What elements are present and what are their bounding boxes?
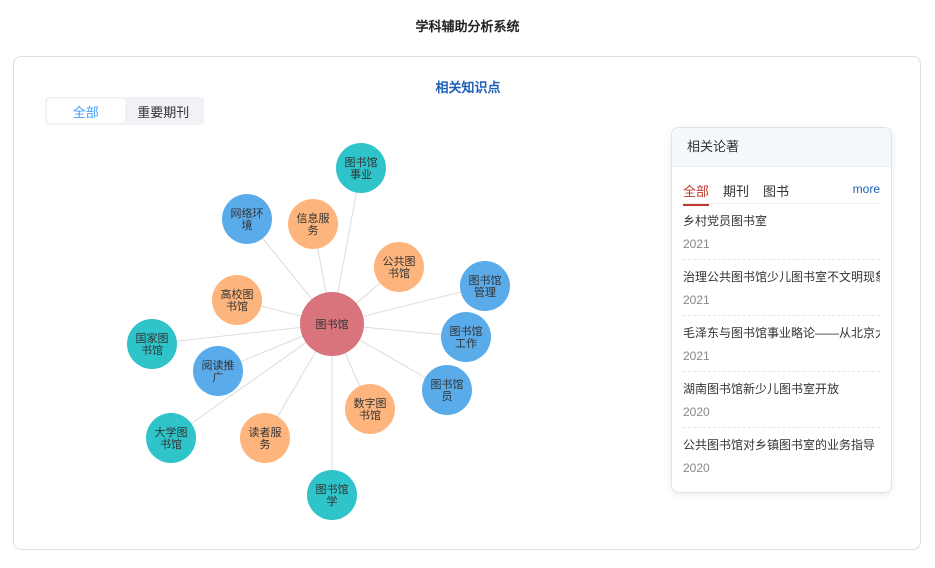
paper-year: 2020	[683, 461, 710, 475]
graph-node[interactable]: 图书馆员	[422, 365, 472, 415]
node-label: 数字图	[354, 396, 387, 410]
node-label: 书馆	[359, 408, 381, 422]
paper-title[interactable]: 乡村党员图书室	[683, 212, 880, 229]
node-label: 员	[442, 390, 453, 403]
node-label: 务	[260, 438, 271, 451]
paper-tab-journals[interactable]: 期刊	[723, 181, 749, 204]
knowledge-panel: 相关知识点 全部 重要期刊 图书馆 事业 网络环境信息服务公共图 书馆 图书馆 管理 高校图…	[13, 56, 921, 550]
paper-item[interactable]: 乡村党员图书室 2021	[683, 204, 880, 260]
paper-year: 2021	[683, 349, 710, 363]
node-label: 图书馆	[316, 317, 349, 331]
node-label: 阅读推	[202, 358, 235, 372]
graph-node[interactable]: 阅读推广	[193, 346, 243, 396]
node-label: 书馆	[160, 437, 182, 451]
related-papers-panel: 相关论著 全部 期刊 图书 more 乡村党员图书室 2021 治理公共图书馆少…	[671, 127, 892, 493]
node-label: 图书馆	[450, 324, 483, 338]
paper-item[interactable]: 湖南图书馆新少儿图书室开放 2020	[683, 372, 880, 428]
graph-center-node[interactable]: 图书馆	[300, 292, 364, 356]
graph-node[interactable]: 读者服务	[240, 413, 290, 463]
graph-node[interactable]: 信息服务	[288, 199, 338, 249]
node-label: 书馆	[388, 266, 410, 280]
graph-node[interactable]: 公共图书馆	[374, 242, 424, 292]
paper-title[interactable]: 毛泽东与图书馆事业略论——从北京大学	[683, 324, 880, 341]
more-link[interactable]: more	[853, 182, 880, 196]
node-label: 网络环	[231, 206, 264, 220]
node-label: 图书馆	[316, 482, 349, 496]
paper-tab-all[interactable]: 全部	[683, 181, 710, 206]
graph-node[interactable]: 网络环境	[222, 194, 272, 244]
paper-year: 2021	[683, 237, 710, 251]
node-label: 书馆	[226, 299, 248, 313]
node-label: 工作	[455, 337, 477, 350]
knowledge-graph-canvas: 图书馆事业网络环境信息服务公共图书馆图书馆管理高校图书馆图书馆工作国家图书馆阅读…	[127, 143, 510, 520]
node-label: 大学图	[155, 425, 188, 439]
node-label: 学	[327, 494, 338, 508]
node-label: 图书馆	[345, 155, 378, 169]
graph-node[interactable]: 图书馆工作	[441, 312, 491, 362]
node-label: 高校图	[221, 287, 254, 301]
node-label: 国家图	[136, 331, 169, 345]
node-label: 信息服	[297, 211, 330, 225]
node-label: 务	[308, 224, 319, 237]
graph-node[interactable]: 数字图书馆	[345, 384, 395, 434]
node-label: 书馆	[141, 343, 163, 357]
graph-node[interactable]: 国家图书馆	[127, 319, 177, 369]
paper-item[interactable]: 治理公共图书馆少儿图书室不文明现象 2021	[683, 260, 880, 316]
paper-item[interactable]: 公共图书馆对乡镇图书室的业务指导 2020	[683, 428, 880, 484]
paper-year: 2021	[683, 293, 710, 307]
graph-node[interactable]: 图书馆学	[307, 470, 357, 520]
node-label: 境	[242, 218, 253, 232]
paper-title[interactable]: 湖南图书馆新少儿图书室开放	[683, 380, 880, 397]
paper-list: 乡村党员图书室 2021 治理公共图书馆少儿图书室不文明现象 2021 毛泽东与…	[683, 204, 880, 484]
graph-node[interactable]: 图书馆管理	[460, 261, 510, 311]
node-label: 公共图	[383, 255, 416, 268]
paper-item[interactable]: 毛泽东与图书馆事业略论——从北京大学 2021	[683, 316, 880, 372]
graph-node[interactable]: 大学图书馆	[146, 413, 196, 463]
knowledge-graph: 图书馆 事业 网络环境信息服务公共图 书馆 图书馆 管理 高校图 书馆 图书馆 工作 国家图 书馆 阅读…	[14, 57, 574, 551]
graph-node[interactable]: 高校图书馆	[212, 275, 262, 325]
graph-node[interactable]: 图书馆事业	[336, 143, 386, 193]
node-label: 图书馆	[431, 377, 464, 391]
app-title: 学科辅助分析系统	[415, 19, 520, 34]
node-label: 广	[213, 371, 224, 384]
papers-header: 相关论著	[672, 128, 891, 167]
node-label: 图书馆	[469, 273, 502, 287]
paper-title[interactable]: 公共图书馆对乡镇图书室的业务指导	[683, 436, 880, 453]
paper-tabs: 全部 期刊 图书 more	[683, 167, 880, 206]
node-label: 读者服	[249, 425, 282, 439]
paper-tab-books[interactable]: 图书	[763, 181, 789, 204]
node-label: 管理	[474, 285, 496, 299]
paper-title[interactable]: 治理公共图书馆少儿图书室不文明现象	[683, 268, 880, 285]
paper-year: 2020	[683, 405, 710, 419]
node-label: 事业	[350, 168, 372, 181]
